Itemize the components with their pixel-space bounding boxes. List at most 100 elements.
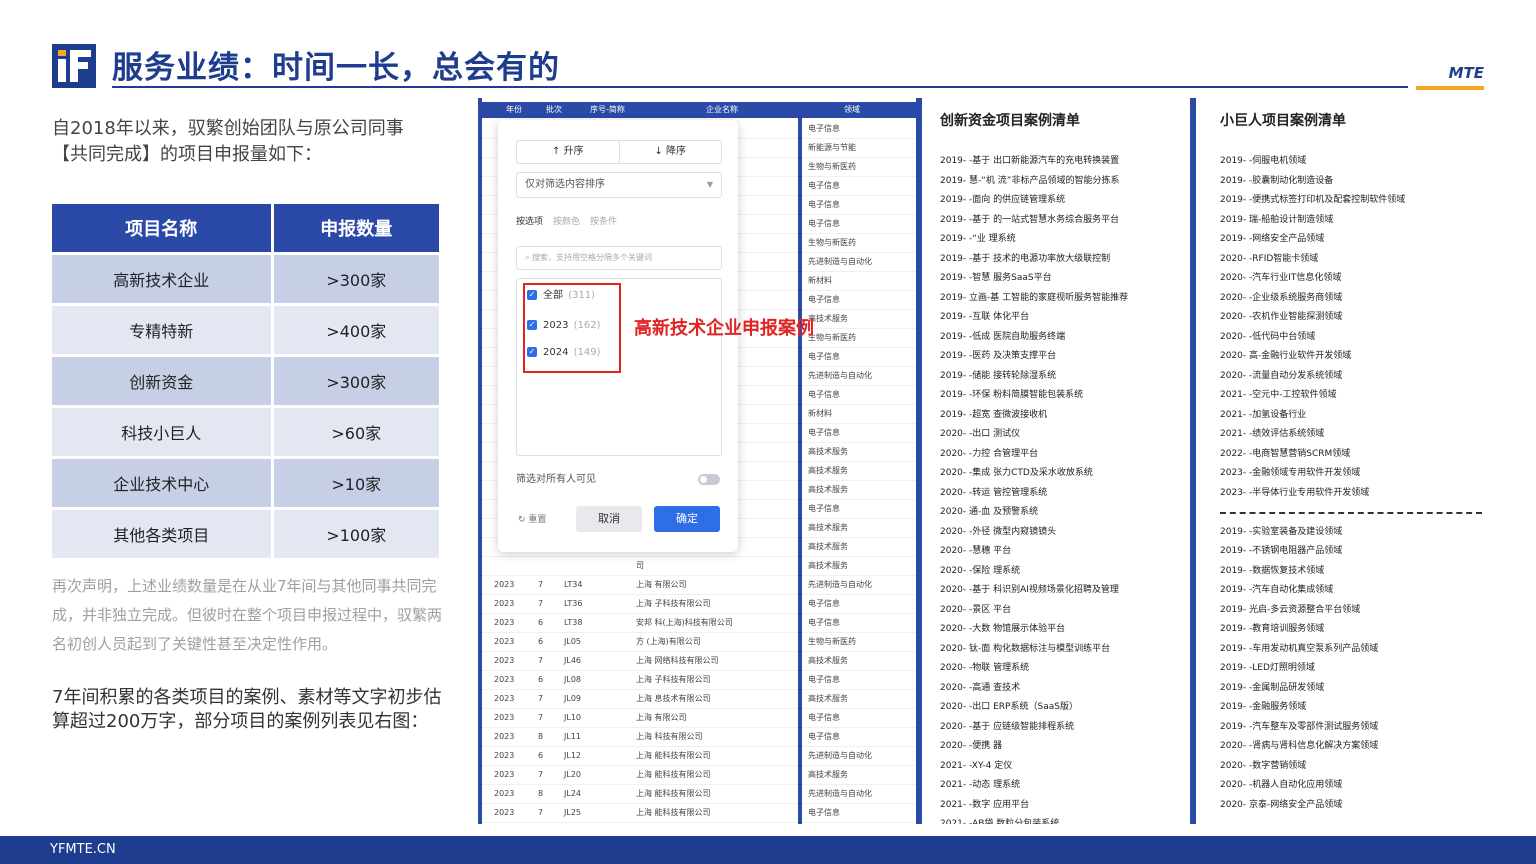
table-row: 2023 7 JL46 上海 网络科技有限公司 高技术服务 (482, 652, 916, 671)
list-item: 2019- 慧-“机 流”非标产品领域的智能分拣系 (940, 175, 1120, 186)
sheet-cell: JL10 (564, 713, 581, 722)
sheet-cell: 新能源与节能 (808, 143, 856, 152)
sheet-cell: 电子信息 (808, 618, 840, 627)
tab-by-color[interactable]: 按颜色 (553, 214, 580, 227)
sort-asc-button[interactable]: ↑ 升序 (517, 141, 620, 163)
list-item: 2020- -慧穗 平台 (940, 546, 1012, 556)
option-count: (162) (573, 320, 601, 331)
project-count-cell: >100家 (272, 507, 439, 558)
table-row: 科技小巨人 >60家 (52, 405, 439, 458)
list-item: 2019- -基于 出口新能源汽车的充电转换装置 (940, 156, 1120, 166)
project-count-cell: >60家 (272, 405, 439, 458)
list-item: 2020- -低代码中台领域 (1220, 331, 1316, 342)
table-row: 2023 7 JL10 上海 有限公司 电子信息 (482, 709, 916, 728)
list-item: 2019- -互联 体化平台 (940, 312, 1030, 322)
confirm-button[interactable]: 确定 (654, 506, 720, 532)
sheet-cell: 司 (636, 561, 644, 570)
col-header-field[interactable]: 领域 (844, 102, 860, 118)
sheet-cell: 2023 (494, 713, 515, 722)
tab-by-condition[interactable]: 按条件 (590, 214, 617, 227)
list-item: 2019- -环保 粉料简膜智能包装系统 (940, 390, 1084, 400)
sheet-cell: JL29 (564, 823, 581, 824)
sheet-cell: LT38 (564, 618, 583, 627)
refresh-icon: ↻ (518, 515, 526, 525)
project-name-cell: 专精特新 (52, 303, 274, 356)
sheet-cell: 电子信息 (808, 181, 840, 190)
sheet-cell: 7 (538, 808, 544, 817)
cancel-button[interactable]: 取消 (576, 506, 642, 532)
table-row: 2023 8 JL11 上海 科技有限公司 电子信息 (482, 728, 916, 747)
dashed-divider (1220, 503, 1482, 523)
list-item: 2020- -高通 查技术 (940, 682, 1021, 693)
sheet-cell: JL25 (564, 808, 581, 817)
sort-desc-button[interactable]: ↓ 降序 (620, 141, 722, 163)
list-item: 2019- -教育培训服务领域 (1220, 624, 1325, 634)
sheet-cell: 2023 (494, 618, 515, 627)
sheet-cell: 上海 能科技有限公司 (636, 770, 711, 779)
sheet-cell: 新材料 (808, 409, 832, 418)
sheet-cell: 电子信息 (808, 352, 840, 361)
sheet-cell: JL05 (564, 637, 581, 646)
list-item: 2021- -动态 理系统 (940, 780, 1021, 790)
sheet-cell: 先进制造与自动化 (808, 789, 872, 798)
visible-to-all-toggle[interactable] (698, 474, 720, 485)
sheet-cell: 生物与新医药 (808, 162, 856, 171)
option-label: 2024 (543, 347, 569, 358)
option-label: 全部 (543, 290, 563, 301)
list-item: 2021- -绩效评估系统领域 (1220, 429, 1325, 439)
table-row: 创新资金 >300家 (52, 354, 439, 407)
filter-search-input[interactable]: ⌕ 搜索，支持用空格分隔多个关键词 (516, 246, 722, 270)
header-count: 申报数量 (272, 204, 439, 254)
case-screenshot-panel: 年份 批次 序号-简称 企业名称 领域 司电子信息限公司新能源与节能公司生物与新… (478, 98, 1488, 824)
checkbox-checked-icon: ✓ (527, 290, 537, 300)
filter-option-2024[interactable]: ✓ 2024 (149) (527, 346, 601, 360)
list-item: 2019- -数据恢复技术领域 (1220, 565, 1325, 576)
sheet-cell: 上海 有限公司 (636, 713, 687, 722)
sort-desc-icon: ↓ (654, 146, 663, 157)
sheet-cell: 7 (538, 713, 544, 722)
list-item: 2019- -便携式标签打印机及配套控制软件领域 (1220, 195, 1406, 205)
list-item: 2020- -外径 微型内窥镜镜头 (940, 526, 1057, 537)
list-item: 2020- -流量自动分发系统领域 (1220, 370, 1343, 381)
sheet-cell: 上海 子科技有限公司 (636, 675, 711, 684)
filter-option-2023[interactable]: ✓ 2023 (162) (527, 319, 601, 333)
sheet-cell: 2023 (494, 580, 515, 589)
list-item: 2019- -LED灯照明领域 (1220, 663, 1315, 673)
sheet-cell: 高技术服务 (808, 542, 848, 551)
list-item: 2022- -电商智慧营销SCRM领域 (1220, 448, 1351, 459)
sheet-cell: 上海 能科技有限公司 (636, 808, 711, 817)
table-row: 2023 7 JL20 上海 能科技有限公司 高技术服务 (482, 766, 916, 785)
sheet-cell: 8 (538, 823, 543, 824)
list-item: 2020- -景区 平台 (940, 604, 1012, 615)
list-item: 2019- 瑞-船舶设计制造领域 (1220, 214, 1334, 225)
sheet-cell: 2023 (494, 751, 515, 760)
list-item: 2019- -智慧 服务SaaS平台 (940, 273, 1052, 283)
col-header-batch[interactable]: 批次 (546, 102, 562, 118)
sort-scope-select[interactable]: 仅对筛选内容排序 ▼ (516, 172, 722, 198)
list-item: 2020- -便携 器 (940, 741, 1003, 751)
filter-option-all[interactable]: ✓ 全部 (311) (527, 289, 595, 303)
sheet-cell: 高技术服务 (808, 466, 848, 475)
checkbox-checked-icon: ✓ (527, 320, 537, 330)
col-header-year[interactable]: 年份 (506, 102, 522, 118)
visible-to-all-label: 筛选对所有人可见 (516, 474, 596, 485)
sheet-cell: 2023 (494, 637, 515, 646)
tab-by-option[interactable]: 按选项 (516, 214, 543, 227)
sheet-cell: 高技术服务 (808, 523, 848, 532)
list-item: 2023- -金融领域专用软件开发领域 (1220, 468, 1361, 478)
list-item: 2019- -金融服务领域 (1220, 702, 1307, 712)
sheet-cell: JL12 (564, 751, 581, 760)
list-item: 2019- -胶囊制动化制造设备 (1220, 175, 1334, 186)
col-header-code[interactable]: 序号-简称 (590, 102, 625, 118)
list-item: 2020- -出口 测试仪 (940, 429, 1021, 439)
sheet-cell: 7 (538, 770, 544, 779)
sheet-cell: 2023 (494, 789, 515, 798)
table-row: 2023 6 JL12 上海 能科技有限公司 先进制造与自动化 (482, 747, 916, 766)
col-header-company[interactable]: 企业名称 (706, 102, 738, 118)
list-item: 2019- -低成 医院自助服务终端 (940, 331, 1066, 342)
table-row: 2023 6 JL05 方 (上海)有限公司 生物与新医药 (482, 633, 916, 652)
reset-button[interactable]: ↻ 重置 (518, 512, 546, 525)
list-item: 2019- -医药 及决策支撑平台 (940, 351, 1057, 361)
intro-line-2: 【共同完成】的项目申报量如下： (52, 144, 322, 165)
sheet-cell: 生物与新医药 (808, 238, 856, 247)
